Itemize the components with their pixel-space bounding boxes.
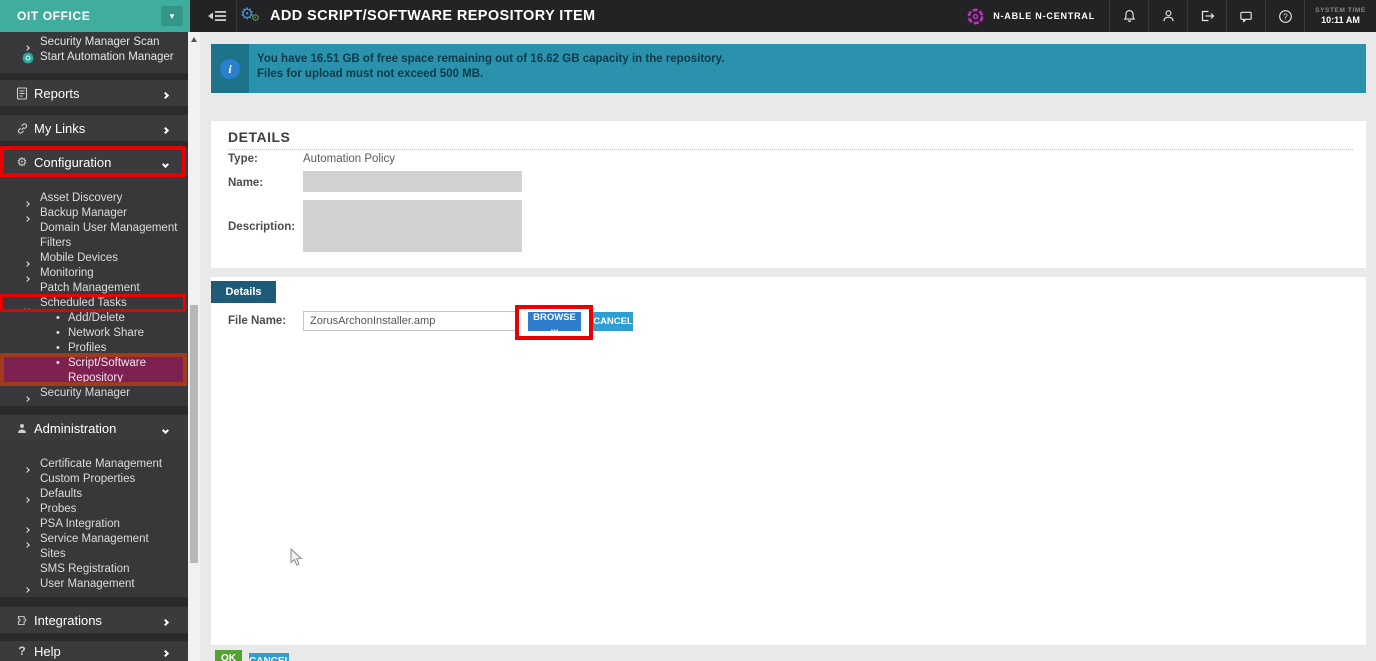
- sidebar-item-add-delete[interactable]: • Add/Delete: [0, 311, 188, 326]
- info-banner-text: You have 16.51 GB of free space remainin…: [257, 52, 724, 82]
- sidebar-item-start-automation-manager[interactable]: Start Automation Manager: [0, 50, 188, 65]
- name-label: Name:: [228, 177, 264, 189]
- info-banner-badge: i: [211, 44, 249, 93]
- sidebar-item-certificate-management[interactable]: Certificate Management: [0, 457, 188, 473]
- sidebar-item-sites[interactable]: Sites: [0, 547, 188, 562]
- dotted-divider: [228, 149, 1353, 150]
- top-bar: ⚙ ⚙ ADD SCRIPT/SOFTWARE REPOSITORY ITEM …: [0, 0, 1376, 32]
- description-input[interactable]: [303, 200, 522, 252]
- my-links-icon: [15, 121, 29, 135]
- logout-icon[interactable]: [1187, 0, 1226, 32]
- scroll-up-arrow-icon[interactable]: [191, 37, 197, 42]
- chevron-right-icon: [161, 613, 170, 628]
- sidebar-item-asset-discovery[interactable]: Asset Discovery: [0, 191, 188, 207]
- n-able-logo: N-ABLE N-CENTRAL: [952, 0, 1109, 32]
- sidebar-item-mobile-devices[interactable]: Mobile Devices: [0, 251, 188, 267]
- automation-manager-icon: [22, 52, 34, 64]
- sidebar-item-network-share[interactable]: • Network Share: [0, 326, 188, 341]
- type-value: Automation Policy: [303, 153, 396, 165]
- divider: [236, 0, 237, 32]
- sidebar-item-user-management[interactable]: User Management: [0, 577, 188, 593]
- bullet-icon: •: [56, 312, 60, 324]
- chevron-right-icon: [161, 121, 170, 136]
- sidebar-section-my-links[interactable]: My Links: [0, 115, 188, 141]
- sidebar: Security Manager Scan Start Automation M…: [0, 32, 188, 661]
- file-name-label: File Name:: [228, 315, 287, 327]
- page-title: ADD SCRIPT/SOFTWARE REPOSITORY ITEM: [270, 8, 596, 24]
- sidebar-item-security-manager[interactable]: Security Manager: [0, 386, 188, 402]
- details-card: DETAILS Type: Automation Policy Name: De…: [211, 121, 1366, 268]
- bullet-icon: •: [56, 327, 60, 339]
- sidebar-item-profiles[interactable]: • Profiles: [0, 341, 188, 356]
- sidebar-item-psa-integration[interactable]: PSA Integration: [0, 517, 188, 533]
- help-question-icon[interactable]: ?: [1265, 0, 1304, 32]
- system-time-label: SYSTEM TIME: [1315, 7, 1366, 14]
- type-label: Type:: [228, 153, 258, 165]
- tenant-header: OIT OFFICE ▾: [0, 0, 190, 32]
- file-name-input[interactable]: [303, 311, 518, 331]
- sidebar-item-patch-management[interactable]: Patch Management: [0, 281, 188, 296]
- sidebar-item-filters[interactable]: Filters: [0, 236, 188, 251]
- ok-button[interactable]: OK: [215, 650, 242, 661]
- tab-details[interactable]: Details: [211, 281, 276, 303]
- brand-text: N-ABLE N-CENTRAL: [993, 11, 1095, 21]
- tenant-name: OIT OFFICE: [17, 9, 91, 23]
- sidebar-section-administration[interactable]: Administration: [0, 415, 188, 441]
- system-time-value: 10:11 AM: [1321, 15, 1360, 25]
- sidebar-item-domain-user-management[interactable]: Domain User Management: [0, 221, 188, 236]
- configuration-gear-icon: ⚙: [16, 155, 28, 169]
- script-repository-gears-icon: ⚙ ⚙: [240, 4, 260, 24]
- sidebar-section-integrations[interactable]: Integrations: [0, 607, 188, 633]
- sidebar-item-security-manager-scan[interactable]: Security Manager Scan: [0, 35, 188, 51]
- chevron-right-icon: [24, 582, 30, 597]
- info-banner-line1: You have 16.51 GB of free space remainin…: [257, 53, 725, 65]
- sidebar-item-service-management[interactable]: Service Management: [0, 532, 188, 548]
- chevron-down-icon: [161, 155, 170, 170]
- sidebar-section-help[interactable]: ? Help: [0, 641, 188, 661]
- sidebar-item-scheduled-tasks[interactable]: Scheduled Tasks: [0, 296, 188, 312]
- info-banner-line2: Files for upload must not exceed 500 MB.: [257, 68, 484, 80]
- browse-button[interactable]: BROWSE ...: [528, 312, 581, 334]
- footer-cancel-button[interactable]: CANCEL: [249, 653, 291, 661]
- help-question-mark-icon: ?: [18, 644, 26, 658]
- svg-text:?: ?: [1283, 12, 1288, 21]
- feedback-chat-icon[interactable]: [1226, 0, 1265, 32]
- sidebar-section-configuration[interactable]: ⚙ Configuration: [0, 148, 188, 176]
- sidebar-scrollbar[interactable]: [188, 32, 200, 661]
- sidebar-item-backup-manager[interactable]: Backup Manager: [0, 206, 188, 222]
- sidebar-item-monitoring[interactable]: Monitoring: [0, 266, 188, 282]
- name-input[interactable]: [303, 171, 522, 192]
- system-time: SYSTEM TIME 10:11 AM: [1304, 0, 1376, 32]
- sidebar-item-probes[interactable]: Probes: [0, 502, 188, 517]
- sidebar-section-reports[interactable]: Reports: [0, 80, 188, 106]
- bullet-icon: •: [56, 357, 60, 369]
- notifications-bell-icon[interactable]: [1109, 0, 1148, 32]
- scrollbar-thumb[interactable]: [190, 305, 198, 563]
- sidebar-item-custom-properties[interactable]: Custom Properties: [0, 472, 188, 487]
- reports-document-icon: [15, 86, 29, 100]
- administration-person-icon: [15, 421, 29, 435]
- sidebar-item-defaults[interactable]: Defaults: [0, 487, 188, 503]
- collapse-menu-icon[interactable]: [206, 6, 230, 26]
- chevron-down-icon: [161, 421, 170, 436]
- chevron-right-icon: [24, 391, 30, 406]
- n-able-gear-logo-icon: [967, 8, 984, 24]
- file-card: Details File Name: BROWSE ... CANCEL: [211, 277, 1366, 645]
- user-account-icon[interactable]: [1148, 0, 1187, 32]
- chevron-right-icon: [161, 86, 170, 101]
- sidebar-item-sms-registration[interactable]: SMS Registration: [0, 562, 188, 577]
- bullet-icon: •: [56, 342, 60, 354]
- tenant-dropdown-button[interactable]: ▾: [161, 6, 183, 26]
- cancel-button[interactable]: CANCEL: [593, 312, 633, 331]
- details-heading: DETAILS: [228, 129, 291, 145]
- info-icon: i: [220, 58, 240, 79]
- info-banner: i You have 16.51 GB of free space remain…: [211, 44, 1366, 93]
- chevron-right-icon: [161, 644, 170, 659]
- sidebar-item-script-software-repository[interactable]: • Script/Software Repository: [0, 356, 188, 386]
- integrations-puzzle-icon: [15, 613, 29, 627]
- description-label: Description:: [228, 221, 296, 233]
